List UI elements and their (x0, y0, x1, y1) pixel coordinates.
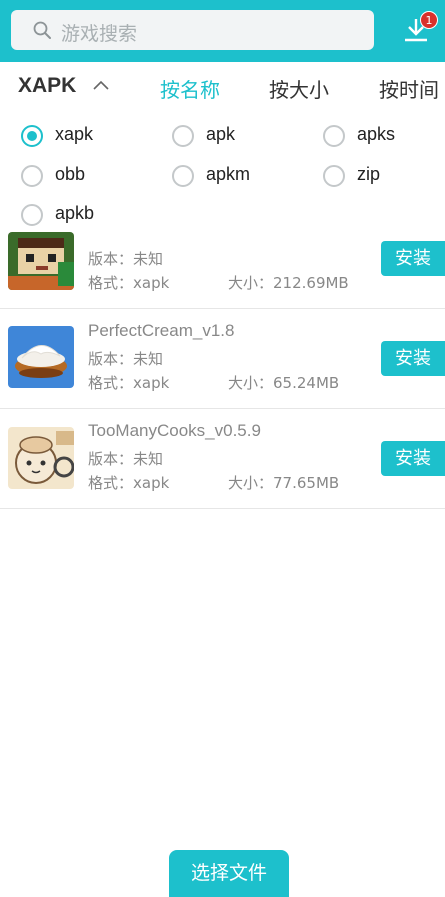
radio-circle (21, 125, 43, 147)
radio-circle (323, 165, 345, 187)
item-version: 版本：未知 (88, 250, 164, 268)
radio-circle (323, 125, 345, 147)
format-label: apks (357, 124, 396, 144)
chevron-up-icon[interactable] (93, 80, 109, 90)
item-size: 大小：212.69MB (228, 274, 349, 292)
format-label: apk (206, 124, 236, 144)
install-button[interactable]: 安装 (381, 441, 445, 476)
list-item[interactable]: PerfectCream_v1.8 版本：未知 格式：xapk 大小：65.24… (0, 309, 445, 409)
install-button[interactable]: 安装 (381, 241, 445, 276)
type-selector[interactable]: XAPK (18, 74, 76, 98)
item-name: TooManyCooks_v0.5.9 (88, 421, 261, 440)
sort-by-time[interactable]: 按时间 (379, 74, 439, 103)
format-label: xapk (55, 124, 94, 144)
item-size: 大小：77.65MB (228, 474, 340, 492)
item-version: 版本：未知 (88, 350, 164, 368)
item-version: 版本：未知 (88, 450, 164, 468)
radio-circle (172, 125, 194, 147)
item-size: 大小：65.24MB (228, 374, 340, 392)
game-icon (8, 427, 74, 489)
format-label: zip (357, 164, 381, 184)
radio-circle (172, 165, 194, 187)
search-icon (33, 21, 51, 39)
sort-by-name[interactable]: 按名称 (160, 74, 220, 103)
sort-by-size[interactable]: 按大小 (269, 74, 329, 103)
item-format: 格式：xapk (88, 474, 170, 492)
format-label: apkm (206, 164, 251, 184)
search-placeholder: 游戏搜索 (61, 23, 138, 45)
radio-circle (21, 165, 43, 187)
game-icon (8, 232, 74, 290)
list-item[interactable]: TooManyCooks_v0.5.9 版本：未知 格式：xapk 大小：77.… (0, 409, 445, 509)
download-count-badge: 1 (420, 11, 438, 29)
top-bar: 游戏搜索 1 (0, 0, 445, 62)
format-label: obb (55, 164, 86, 184)
game-icon (8, 326, 74, 388)
item-format: 格式：xapk (88, 374, 170, 392)
select-file-button[interactable]: 选择文件 (169, 850, 289, 897)
item-name: PerfectCream_v1.8 (88, 321, 235, 340)
install-button[interactable]: 安装 (381, 341, 445, 376)
search-input[interactable]: 游戏搜索 (11, 10, 374, 50)
item-format: 格式：xapk (88, 274, 170, 292)
